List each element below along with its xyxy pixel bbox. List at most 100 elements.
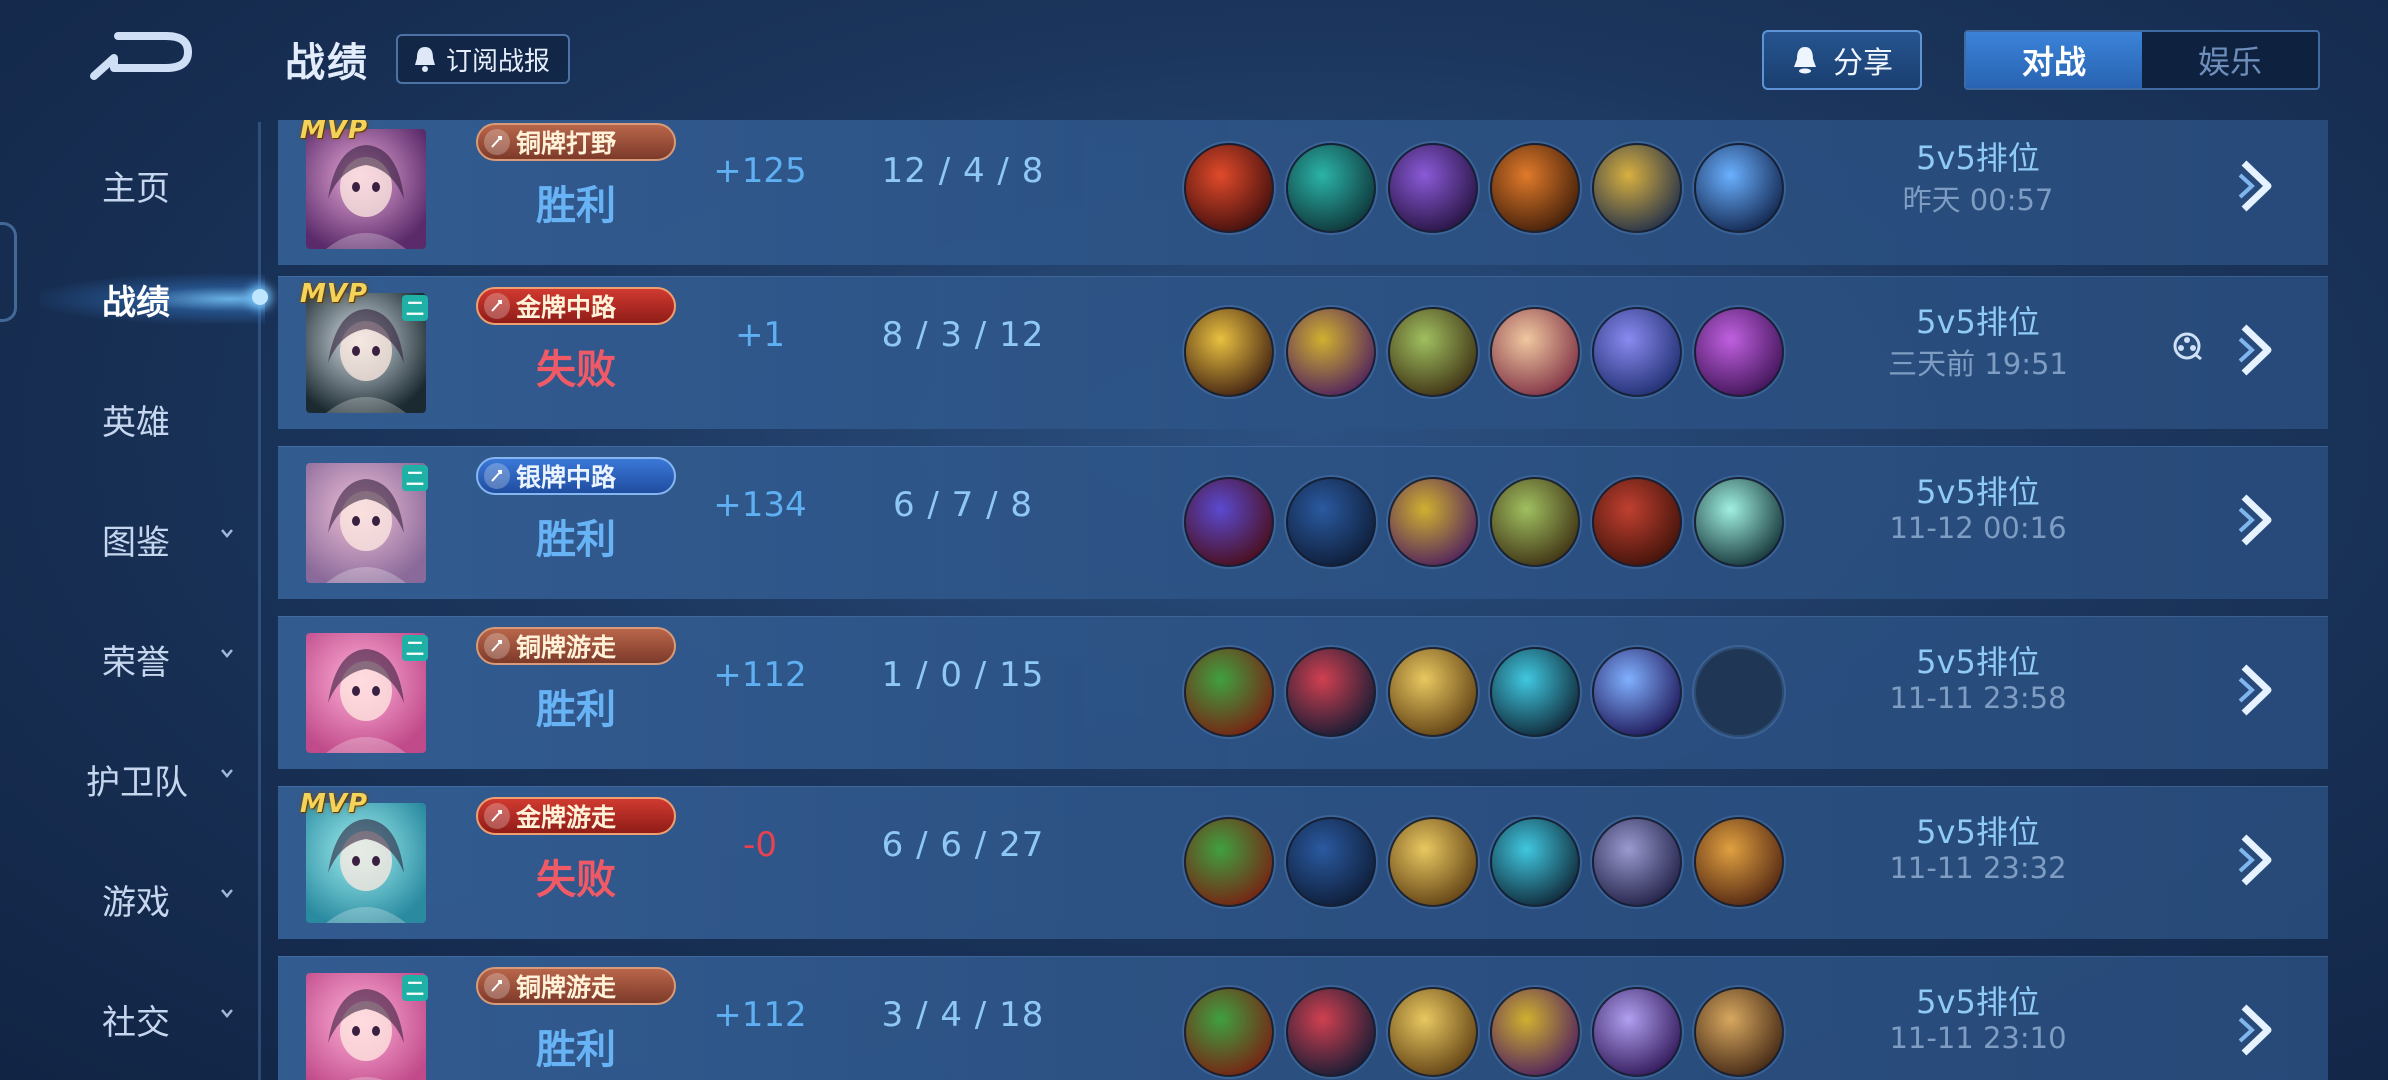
empty-item-slot [1694, 647, 1784, 737]
sidebar-item-label: 战绩 [102, 282, 170, 323]
equipment-item-icon [1388, 477, 1478, 567]
subscribe-label: 订阅战报 [446, 46, 551, 77]
equipment-item-icon [1592, 817, 1682, 907]
equipment-item-icon [1592, 987, 1682, 1077]
sidebar-item-guard[interactable]: 护卫队 [0, 744, 262, 814]
share-label: 分享 [1833, 46, 1893, 81]
replay-icon[interactable] [2170, 329, 2204, 363]
sidebar-item-home[interactable]: 主页 [0, 150, 262, 220]
equipment-item-icon [1184, 987, 1274, 1077]
assists: 8 [1010, 485, 1034, 525]
equipment-item-icon [1286, 647, 1376, 737]
equipment-item-icon [1388, 143, 1478, 233]
equipment-item-icon [1184, 307, 1274, 397]
rank-icon [484, 803, 510, 829]
assists: 27 [999, 825, 1045, 865]
kills: 6 [892, 485, 916, 525]
deaths: 6 [940, 825, 963, 865]
match-list: MVP 铜牌打野 胜利 +125 12 / 4 / 8 5v5排位 昨天 00:57 [278, 120, 2328, 1080]
hero-tag-badge: 二 [402, 975, 428, 1001]
equipment-list [1184, 477, 1784, 567]
active-indicator [252, 289, 268, 305]
rank-icon [484, 129, 510, 155]
share-button[interactable]: 分享 [1762, 30, 1922, 90]
subscribe-report-button[interactable]: 订阅战报 [396, 34, 571, 84]
match-row[interactable]: 二 铜牌游走 胜利 +112 1 / 0 / 15 5v5排位 11-11 23:58 [278, 616, 2328, 769]
hero-avatar [306, 803, 426, 923]
mode-tabs: 对战 娱乐 [1964, 30, 2320, 90]
kda: 12 / 4 / 8 [881, 151, 1045, 191]
chevron-right-icon[interactable] [2236, 321, 2280, 379]
equipment-item-icon [1286, 477, 1376, 567]
rank-label: 铜牌打野 [516, 129, 617, 158]
game-mode: 5v5排位 [1916, 813, 2040, 851]
kda: 3 / 4 / 18 [881, 995, 1045, 1035]
rank-label: 铜牌游走 [516, 633, 617, 662]
sidebar-item-honor[interactable]: 荣誉 [0, 624, 262, 694]
hero-tag-badge: 二 [402, 465, 428, 491]
equipment-item-icon [1286, 817, 1376, 907]
rank-icon [484, 633, 510, 659]
equipment-item-icon [1286, 987, 1376, 1077]
equipment-list [1184, 143, 1784, 233]
equipment-item-icon [1184, 817, 1274, 907]
match-row[interactable]: 二 银牌中路 胜利 +134 6 / 7 / 8 5v5排位 11-12 00:16 [278, 446, 2328, 599]
score-change: +125 [713, 151, 807, 191]
sidebar-item-records[interactable]: 战绩 [0, 264, 268, 334]
hero-tag-badge: 二 [402, 635, 428, 661]
deaths: 0 [940, 655, 963, 695]
match-time: 11-11 23:10 [1889, 1021, 2067, 1055]
score-change: +112 [713, 655, 807, 695]
back-icon[interactable] [88, 28, 198, 84]
game-mode: 5v5排位 [1916, 473, 2040, 511]
equipment-item-icon [1388, 307, 1478, 397]
chevron-down-icon [221, 529, 233, 538]
equipment-item-icon [1184, 143, 1274, 233]
equipment-item-icon [1388, 647, 1478, 737]
score-change: +112 [713, 995, 807, 1035]
tab-battle[interactable]: 对战 [1966, 32, 2142, 88]
equipment-item-icon [1694, 817, 1784, 907]
sidebar-item-heroes[interactable]: 英雄 [0, 384, 262, 454]
match-result: 胜利 [536, 1027, 616, 1073]
assists: 8 [1021, 151, 1045, 191]
match-row[interactable]: MVP 铜牌打野 胜利 +125 12 / 4 / 8 5v5排位 昨天 00:57 [278, 120, 2328, 265]
chevron-right-icon[interactable] [2236, 661, 2280, 719]
hero-portrait-icon [326, 145, 406, 249]
equipment-item-icon [1694, 477, 1784, 567]
assists: 18 [999, 995, 1045, 1035]
equipment-item-icon [1388, 817, 1478, 907]
match-result: 失败 [536, 857, 616, 903]
tab-entertainment[interactable]: 娱乐 [2142, 32, 2318, 88]
equipment-item-icon [1592, 477, 1682, 567]
rank-position-badge: 铜牌游走 [476, 627, 676, 665]
match-row[interactable]: 二 铜牌游走 胜利 +112 3 / 4 / 18 5v5排位 11-11 23:10 [278, 956, 2328, 1080]
sidebar-item-codex[interactable]: 图鉴 [0, 504, 262, 574]
equipment-list [1184, 307, 1784, 397]
top-bar: 战绩 订阅战报 分享 对战 娱乐 [0, 0, 2388, 118]
sidebar-item-label: 主页 [102, 168, 170, 209]
mvp-badge: MVP [300, 279, 369, 309]
match-result: 失败 [536, 347, 616, 393]
mvp-badge: MVP [300, 120, 369, 145]
deaths: 4 [962, 151, 986, 191]
chevron-right-icon[interactable] [2236, 1001, 2280, 1059]
chevron-right-icon[interactable] [2236, 157, 2280, 215]
chevron-right-icon[interactable] [2236, 831, 2280, 889]
equipment-item-icon [1490, 307, 1580, 397]
sidebar-item-label: 图鉴 [102, 522, 170, 563]
match-row[interactable]: MVP 二 金牌中路 失败 +1 8 / 3 / 12 5v5排位 三天前 19:51 [278, 276, 2328, 429]
match-time: 三天前 19:51 [1888, 347, 2068, 381]
kills: 3 [881, 995, 905, 1035]
match-row[interactable]: MVP 金牌游走 失败 -0 6 / 6 / 27 5v5排位 11-11 23:32 [278, 786, 2328, 939]
rank-label: 银牌中路 [516, 463, 617, 492]
sidebar-item-social[interactable]: 社交 [0, 984, 262, 1054]
bell-icon [415, 47, 435, 72]
game-mode: 5v5排位 [1916, 983, 2040, 1021]
sidebar-item-games[interactable]: 游戏 [0, 864, 262, 934]
equipment-item-icon [1694, 307, 1784, 397]
bell-icon [1794, 47, 1816, 74]
sidebar-item-label: 护卫队 [86, 762, 188, 803]
equipment-item-icon [1184, 647, 1274, 737]
chevron-right-icon[interactable] [2236, 491, 2280, 549]
